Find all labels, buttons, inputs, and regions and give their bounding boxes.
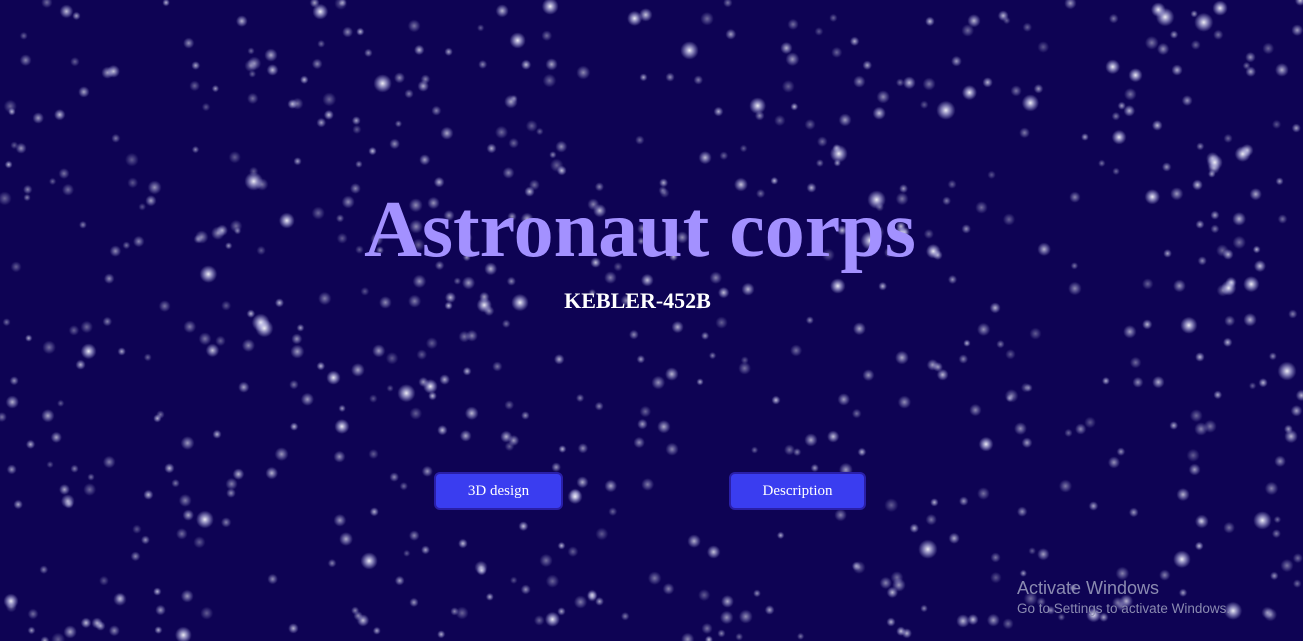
activate-windows-watermark: Activate Windows Go to Settings to activ… xyxy=(1017,576,1230,618)
page-subtitle: KEBLER-452B xyxy=(564,288,711,313)
description-button[interactable]: Description xyxy=(729,472,866,510)
starfield-background xyxy=(0,0,1303,641)
watermark-title: Activate Windows xyxy=(1017,578,1160,598)
page-title: Astronaut corps xyxy=(364,186,916,274)
3d-design-button[interactable]: 3D design xyxy=(434,472,563,510)
watermark-subtitle: Go to Settings to activate Windows. xyxy=(1017,601,1231,616)
